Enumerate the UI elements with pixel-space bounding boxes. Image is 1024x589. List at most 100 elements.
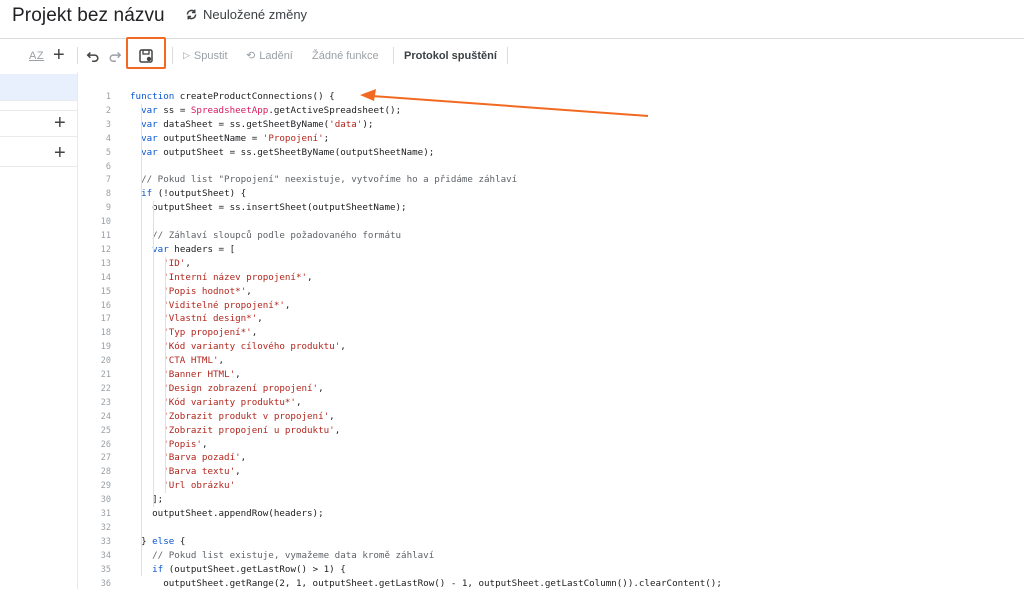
code-line[interactable]: 16 'Viditelné propojení*',	[78, 299, 1024, 313]
code-line[interactable]: 23 'Kód varianty produktu*',	[78, 396, 1024, 410]
code-text[interactable]: var dataSheet = ss.getSheetByName('data'…	[130, 118, 373, 132]
debug-button[interactable]: ⟲ Ladění	[246, 39, 293, 72]
code-line[interactable]: 11 // Záhlaví sloupců podle požadovaného…	[78, 229, 1024, 243]
sidebar-item-services[interactable]: +	[0, 140, 77, 167]
sync-icon	[186, 9, 197, 20]
code-text[interactable]: ];	[130, 493, 163, 507]
code-line[interactable]: 12 var headers = [	[78, 243, 1024, 257]
code-editor[interactable]: 1 function createProductConnections() {2 …	[78, 72, 1024, 589]
code-text[interactable]: 'Popis hodnot*',	[130, 285, 252, 299]
code-text[interactable]: outputSheet.appendRow(headers);	[130, 507, 323, 521]
code-text[interactable]: var outputSheetName = 'Propojení';	[130, 132, 329, 146]
code-text[interactable]: 'Barva textu',	[130, 465, 240, 479]
line-number: 17	[100, 314, 111, 325]
code-text[interactable]: function createProductConnections() {	[130, 90, 335, 104]
code-line[interactable]: 9 outputSheet = ss.insertSheet(outputShe…	[78, 201, 1024, 215]
line-number: 7	[105, 175, 111, 186]
code-text[interactable]: 'Design zobrazení propojení',	[130, 382, 323, 396]
code-text[interactable]: 'Typ propojení*',	[130, 326, 257, 340]
code-text[interactable]: 'Vlastní design*',	[130, 312, 263, 326]
indent-guide	[165, 256, 166, 494]
code-line[interactable]: 15 'Popis hodnot*',	[78, 285, 1024, 299]
sort-files-button[interactable]: AZ	[29, 39, 44, 72]
code-text[interactable]: outputSheet = ss.insertSheet(outputSheet…	[130, 201, 406, 215]
code-line[interactable]: 8 if (!outputSheet) {	[78, 187, 1024, 201]
code-line[interactable]: 28 'Barva textu',	[78, 465, 1024, 479]
code-text[interactable]: 'ID',	[130, 257, 191, 271]
run-button-label: Spustit	[193, 49, 228, 62]
code-line[interactable]: 24 'Zobrazit produkt v propojení',	[78, 410, 1024, 424]
code-line[interactable]: 31 outputSheet.appendRow(headers);	[78, 507, 1024, 521]
code-text[interactable]: var outputSheet = ss.getSheetByName(outp…	[130, 146, 434, 160]
code-text[interactable]: // Pokud list existuje, vymažeme data kr…	[130, 549, 434, 563]
run-button[interactable]: ▷ Spustit	[183, 39, 228, 72]
code-line[interactable]: 35 if (outputSheet.getLastRow() > 1) {	[78, 563, 1024, 577]
code-line[interactable]: 4 var outputSheetName = 'Propojení';	[78, 132, 1024, 146]
redo-button[interactable]	[108, 39, 122, 72]
code-line[interactable]: 7 // Pokud list "Propojení" neexistuje, …	[78, 173, 1024, 187]
code-line[interactable]: 22 'Design zobrazení propojení',	[78, 382, 1024, 396]
code-text[interactable]: outputSheet.getRange(2, 1, outputSheet.g…	[130, 577, 722, 589]
line-number: 27	[100, 453, 111, 464]
code-text[interactable]: 'Zobrazit produkt v propojení',	[130, 410, 335, 424]
undo-button[interactable]	[86, 39, 100, 72]
code-text[interactable]: if (outputSheet.getLastRow() > 1) {	[130, 563, 346, 577]
code-line[interactable]: 3 var dataSheet = ss.getSheetByName('dat…	[78, 118, 1024, 132]
code-line[interactable]: 29 'Url obrázku'	[78, 479, 1024, 493]
line-number: 6	[105, 161, 111, 172]
code-line[interactable]: 32	[78, 521, 1024, 535]
indent-guide	[141, 103, 142, 577]
code-text[interactable]: } else {	[130, 535, 185, 549]
code-line[interactable]: 17 'Vlastní design*',	[78, 312, 1024, 326]
code-text[interactable]: 'Url obrázku'	[130, 479, 235, 493]
code-line[interactable]: 27 'Barva pozadí',	[78, 451, 1024, 465]
code-text[interactable]: var headers = [	[130, 243, 235, 257]
code-line[interactable]: 21 'Banner HTML',	[78, 368, 1024, 382]
code-line[interactable]: 30 ];	[78, 493, 1024, 507]
code-line[interactable]: 18 'Typ propojení*',	[78, 326, 1024, 340]
toolbar-divider	[77, 47, 78, 64]
code-line[interactable]: 25 'Zobrazit propojení u produktu',	[78, 424, 1024, 438]
line-number: 36	[100, 578, 111, 589]
code-line[interactable]: 5 var outputSheet = ss.getSheetByName(ou…	[78, 146, 1024, 160]
line-number: 18	[100, 328, 111, 339]
code-text[interactable]: // Záhlaví sloupců podle požadovaného fo…	[130, 229, 401, 243]
code-line[interactable]: 10	[78, 215, 1024, 229]
project-title[interactable]: Projekt bez názvu	[12, 5, 165, 27]
code-text[interactable]: 'Kód varianty cílového produktu',	[130, 340, 346, 354]
line-number: 25	[100, 425, 111, 436]
code-text[interactable]: 'Zobrazit propojení u produktu',	[130, 424, 340, 438]
line-number: 12	[100, 244, 111, 255]
function-select[interactable]: Žádné funkce	[312, 39, 379, 72]
code-text[interactable]: 'Banner HTML',	[130, 368, 240, 382]
code-line[interactable]: 2 var ss = SpreadsheetApp.getActiveSprea…	[78, 104, 1024, 118]
code-text[interactable]: 'CTA HTML',	[130, 354, 224, 368]
add-service-icon[interactable]: +	[54, 143, 66, 163]
sidebar-item-libraries[interactable]: +	[0, 110, 77, 137]
line-number: 31	[100, 509, 111, 519]
code-text[interactable]: 'Viditelné propojení*',	[130, 299, 290, 313]
code-text[interactable]: var ss = SpreadsheetApp.getActiveSpreads…	[130, 104, 401, 118]
add-library-icon[interactable]: +	[54, 113, 66, 133]
code-line[interactable]: 19 'Kód varianty cílového produktu',	[78, 340, 1024, 354]
code-line[interactable]: 20 'CTA HTML',	[78, 354, 1024, 368]
code-text[interactable]: 'Interní název propojení*',	[130, 271, 312, 285]
code-line[interactable]: 6	[78, 160, 1024, 174]
code-line[interactable]: 1 function createProductConnections() {	[78, 90, 1024, 104]
code-text[interactable]: 'Barva pozadí',	[130, 451, 246, 465]
code-text[interactable]: if (!outputSheet) {	[130, 187, 246, 201]
line-number: 14	[100, 272, 111, 283]
code-text[interactable]: // Pokud list "Propojení" neexistuje, vy…	[130, 173, 517, 187]
code-line[interactable]: 26 'Popis',	[78, 438, 1024, 452]
sidebar-item-active-file[interactable]	[0, 74, 77, 101]
redo-icon	[109, 51, 122, 62]
code-line[interactable]: 33 } else {	[78, 535, 1024, 549]
plus-icon: +	[53, 44, 65, 66]
execution-log-button[interactable]: Protokol spuštění	[404, 39, 497, 72]
add-file-button[interactable]: +	[53, 39, 65, 72]
code-line[interactable]: 14 'Interní název propojení*',	[78, 271, 1024, 285]
code-line[interactable]: 13 'ID',	[78, 257, 1024, 271]
code-line[interactable]: 36 outputSheet.getRange(2, 1, outputShee…	[78, 577, 1024, 589]
code-text[interactable]: 'Kód varianty produktu*',	[130, 396, 301, 410]
code-line[interactable]: 34 // Pokud list existuje, vymažeme data…	[78, 549, 1024, 563]
